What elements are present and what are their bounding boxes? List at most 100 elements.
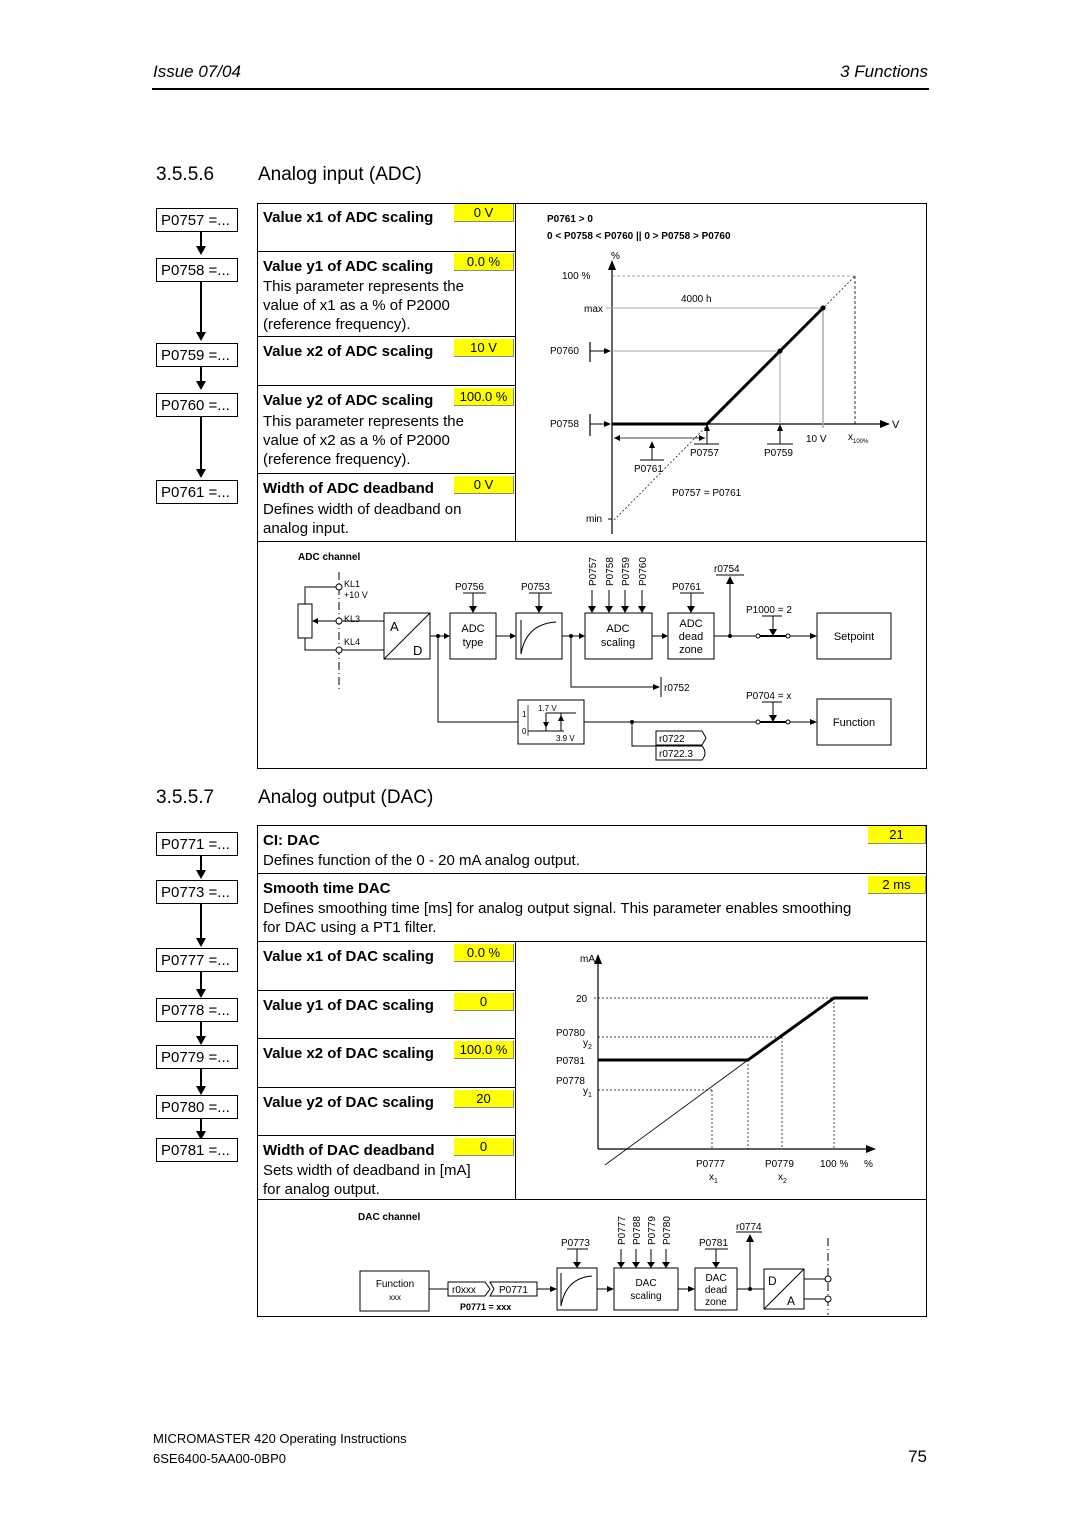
plus10v-label: +10 V <box>344 590 368 600</box>
da-d-label: D <box>768 1274 777 1288</box>
dac-param-row: Value y1 of DAC scaling 0 <box>258 991 515 1039</box>
p0761-label[interactable]: P0761 <box>672 582 701 593</box>
param-box-p0771[interactable]: P0771 =... <box>156 832 238 856</box>
x-label-p0777: P0777 <box>696 1159 725 1170</box>
param-value[interactable]: 0 V <box>454 476 514 494</box>
p0753-label[interactable]: P0753 <box>521 582 550 593</box>
param-label-p0788[interactable]: P0788 <box>632 1216 643 1245</box>
y-label-p0778: P0778 <box>556 1076 585 1087</box>
param-value[interactable]: 100.0 % <box>454 388 514 406</box>
kl1-label: KL1 <box>344 579 360 589</box>
arrow-icon <box>769 629 777 636</box>
dac-scaling-params: P0777 P0788 P0779 P0780 <box>617 1216 673 1268</box>
param-label-p0760[interactable]: P0760 <box>638 557 649 586</box>
param-value[interactable]: 0.0 % <box>454 944 514 962</box>
hyst-39v-label: 3.9 V <box>556 734 575 743</box>
flow-arrow-icon <box>196 246 206 255</box>
arrow-icon <box>605 606 613 613</box>
r0xxx-label[interactable]: r0xxx <box>452 1285 476 1296</box>
x-label-p0779: P0779 <box>765 1159 794 1170</box>
adc-param-row: Value y1 of ADC scaling 0.0 % This param… <box>258 252 515 337</box>
p0773-label[interactable]: P0773 <box>561 1238 590 1249</box>
param-value[interactable]: 20 <box>454 1090 514 1108</box>
page-number: 75 <box>908 1447 927 1466</box>
switch-contact-icon <box>755 633 761 639</box>
param-box-p0773[interactable]: P0773 =... <box>156 880 238 904</box>
arrow-icon <box>638 606 646 613</box>
r0774-label[interactable]: r0774 <box>736 1222 762 1233</box>
adc-type-label: ADC <box>461 623 484 635</box>
p0756-label[interactable]: P0756 <box>455 582 484 593</box>
wire <box>304 586 336 604</box>
switch-contact-icon <box>785 719 791 725</box>
param-box-p0761[interactable]: P0761 =... <box>156 480 238 504</box>
param-value[interactable]: 0 <box>454 993 514 1011</box>
param-box-p0781[interactable]: P0781 =... <box>156 1138 238 1162</box>
r0754-label[interactable]: r0754 <box>714 564 740 575</box>
param-value[interactable]: 21 <box>868 826 926 844</box>
flow-line <box>200 904 202 938</box>
desc-line: analog input. <box>263 520 349 537</box>
param-box-p0760[interactable]: P0760 =... <box>156 393 238 417</box>
footer-product: MICROMASTER 420 Operating Instructions <box>153 1431 407 1446</box>
function-xxx-block[interactable] <box>359 1270 430 1312</box>
param-box-p0757[interactable]: P0757 =... <box>156 208 238 232</box>
param-box-p0777[interactable]: P0777 =... <box>156 948 238 972</box>
adc-section-title: Analog input (ADC) <box>258 164 422 185</box>
p0781-label[interactable]: P0781 <box>699 1238 728 1249</box>
r07223-label[interactable]: r0722.3 <box>659 749 693 760</box>
param-label-p0777[interactable]: P0777 <box>617 1216 628 1245</box>
da-a-label: A <box>787 1294 795 1308</box>
param-box-p0780[interactable]: P0780 =... <box>156 1095 238 1119</box>
param-value[interactable]: 2 ms <box>868 876 926 894</box>
param-box-p0758[interactable]: P0758 =... <box>156 258 238 282</box>
r0722-label[interactable]: r0722 <box>659 734 685 745</box>
param-title: Width of ADC deadband <box>263 480 434 497</box>
desc-line: Defines function of the 0 - 20 mA analog… <box>263 852 580 869</box>
adc-scaling-params: P0757 P0758 P0759 P0760 <box>588 557 649 613</box>
arrow-icon <box>699 435 705 441</box>
flow-arrow-icon <box>196 1086 206 1095</box>
r0752-label[interactable]: r0752 <box>664 683 690 694</box>
deadzone-label: zone <box>679 644 703 656</box>
desc-line: Sets width of deadband in [mA] <box>263 1162 471 1179</box>
p0704-label[interactable]: P0704 = x <box>746 691 791 702</box>
y-label-p0780: P0780 <box>556 1028 585 1039</box>
deadzone-label: DAC <box>705 1273 726 1284</box>
flow-arrow-icon <box>196 469 206 478</box>
param-value[interactable]: 0.0 % <box>454 253 514 271</box>
param-title: Width of DAC deadband <box>263 1142 435 1159</box>
p1000-label[interactable]: P1000 = 2 <box>746 605 792 616</box>
desc-line: for DAC using a PT1 filter. <box>263 919 437 936</box>
desc-line: (reference frequency). <box>263 451 411 468</box>
param-value[interactable]: 100.0 % <box>454 1041 514 1059</box>
issue-label: Issue 07/04 <box>153 62 241 81</box>
arrow-icon <box>614 435 620 441</box>
adc-characteristic-curve <box>612 306 825 426</box>
param-label-p0759[interactable]: P0759 <box>621 557 632 586</box>
flow-arrow-icon <box>196 332 206 341</box>
param-box-p0759[interactable]: P0759 =... <box>156 343 238 367</box>
param-label-p0757[interactable]: P0757 <box>588 557 599 586</box>
param-box-p0778[interactable]: P0778 =... <box>156 998 238 1022</box>
param-value[interactable]: 0 <box>454 1138 514 1156</box>
p0771-label[interactable]: P0771 <box>499 1285 528 1296</box>
param-title: Value x2 of ADC scaling <box>263 343 434 360</box>
x-label-x1: x1 <box>709 1172 718 1185</box>
param-box-p0779[interactable]: P0779 =... <box>156 1045 238 1069</box>
adc-characteristic-graph: P0761 > 0 0 < P0758 < P0760 || 0 > P0758… <box>547 214 900 534</box>
param-label-p0779[interactable]: P0779 <box>647 1216 658 1245</box>
y-label-max: max <box>584 304 603 315</box>
arrow-icon <box>469 606 477 613</box>
y-label-y2: y2 <box>583 1038 592 1051</box>
terminal-kl4-icon <box>335 646 343 654</box>
arrow-icon <box>617 1262 625 1268</box>
param-value[interactable]: 0 V <box>454 204 514 222</box>
x-unit: % <box>864 1159 873 1170</box>
param-title: Value y1 of ADC scaling <box>263 258 434 275</box>
dac-scaling-block <box>613 1267 679 1311</box>
param-value[interactable]: 10 V <box>454 339 514 357</box>
param-label-p0758[interactable]: P0758 <box>605 557 616 586</box>
arrow-icon <box>604 348 611 354</box>
param-label-p0780[interactable]: P0780 <box>662 1216 673 1245</box>
